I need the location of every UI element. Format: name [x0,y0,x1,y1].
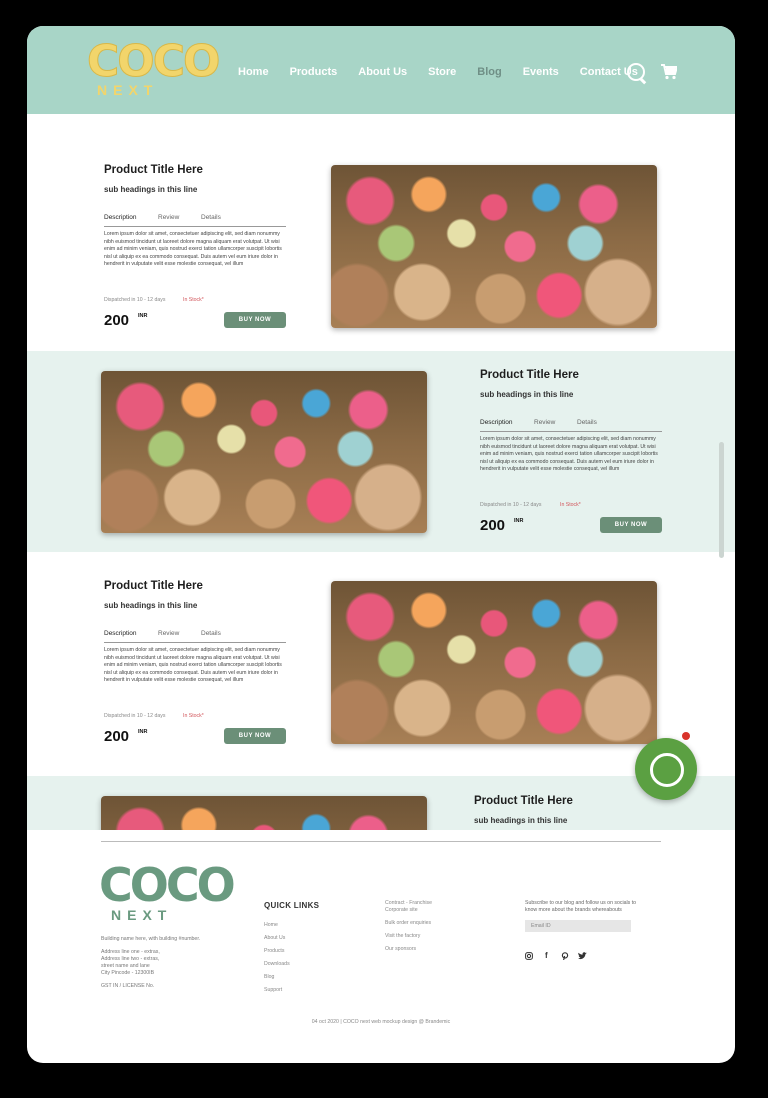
product-image[interactable] [101,371,427,533]
tab-details[interactable]: Details [577,419,597,426]
logo-subtitle: NEXT [97,82,159,98]
quick-links-title: QUICK LINKS [264,901,320,910]
product-subtitle: sub headings in this line [474,816,568,825]
product-image[interactable] [331,581,657,744]
buy-now-button[interactable]: BUY NOW [224,728,286,744]
instagram-icon[interactable] [525,952,533,960]
product-description: Lorem ipsum dolor sit amet, consectetuer… [104,647,282,684]
footer-link-factory[interactable]: Visit the factory [385,933,420,939]
footer-link-bulk-orders[interactable]: Bulk order enquiries [385,920,431,926]
product-price: 200 [104,312,130,329]
footer-logo[interactable]: COCO [99,860,236,910]
footer-address-line-1: Address line one - extras, [101,949,160,955]
tab-review[interactable]: Review [534,419,555,426]
footer-license: GST IN / LICENSE No. [101,983,155,989]
product-description: Lorem ipsum dolor sit amet, consectetuer… [104,231,282,268]
product-subtitle: sub headings in this line [104,601,198,610]
scrollbar[interactable] [719,442,724,558]
whatsapp-button[interactable] [635,738,697,800]
dispatch-info: Dispatched in 10 - 12 days [104,713,166,719]
footer-link-blog[interactable]: Blog [264,974,274,980]
footer-address-line-2: Address line two - extras, [101,956,160,962]
email-input[interactable]: Email ID [525,920,631,932]
product-image[interactable] [331,165,657,328]
product-subtitle: sub headings in this line [104,185,198,194]
pinterest-icon[interactable] [561,952,569,960]
stock-status: In Stock* [183,713,204,719]
tab-details[interactable]: Details [201,214,221,221]
browser-page: COCO NEXT Home Products About Us Store B… [27,26,735,1063]
price-currency: INR [138,313,148,319]
nav-events[interactable]: Events [523,66,559,78]
tab-review[interactable]: Review [158,630,179,637]
footer-logo-subtitle: NEXT [111,907,173,923]
product-price: 200 [480,517,506,534]
footer-address-street: street name and lane [101,963,150,969]
nav-products[interactable]: Products [290,66,338,78]
product-tabs: Description Review Details [104,630,286,643]
product-subtitle: sub headings in this line [480,390,574,399]
product-tabs: Description Review Details [480,419,662,432]
copyright: 04 oct 2020 | COCO next web mockup desig… [311,1019,451,1025]
search-icon[interactable] [627,63,645,81]
nav-home[interactable]: Home [238,66,269,78]
product-description: Lorem ipsum dolor sit amet, consectetuer… [480,436,658,473]
whatsapp-icon [650,753,684,787]
buy-now-button[interactable]: BUY NOW [600,517,662,533]
tab-review[interactable]: Review [158,214,179,221]
tab-description[interactable]: Description [104,630,137,637]
price-currency: INR [514,518,524,524]
product-price: 200 [104,728,130,745]
product-title: Product Title Here [104,164,203,176]
footer-link-franchise[interactable]: Contract - Franchise Corporate site [385,900,455,913]
product-title: Product Title Here [104,580,203,592]
site-header: COCO NEXT Home Products About Us Store B… [27,26,735,114]
notification-dot [682,732,690,740]
product-tabs: Description Review Details [104,214,286,227]
tab-description[interactable]: Description [480,419,513,426]
tab-description[interactable]: Description [104,214,137,221]
product-section-2: Product Title Here sub headings in this … [27,351,735,552]
dispatch-info: Dispatched in 10 - 12 days [480,502,542,508]
dispatch-info: Dispatched in 10 - 12 days [104,297,166,303]
logo[interactable]: COCO [86,37,220,86]
product-title: Product Title Here [474,795,573,807]
email-placeholder: Email ID [531,923,551,929]
footer-link-home[interactable]: Home [264,922,278,928]
footer-link-products[interactable]: Products [264,948,284,954]
footer-address-city: City Pincode - 12300IB [101,970,155,976]
footer-link-about-us[interactable]: About Us [264,935,285,941]
product-title: Product Title Here [480,369,579,381]
stock-status: In Stock* [560,502,581,508]
buy-now-button[interactable]: BUY NOW [224,312,286,328]
nav-store[interactable]: Store [428,66,456,78]
twitter-icon[interactable] [578,952,587,960]
stock-status: In Stock* [183,297,204,303]
product-section-4: Product Title Here sub headings in this … [27,776,735,830]
nav-about-us[interactable]: About Us [358,66,407,78]
footer-link-support[interactable]: Support [264,987,282,993]
facebook-icon[interactable]: f [545,951,548,960]
price-currency: INR [138,729,148,735]
footer-link-downloads[interactable]: Downloads [264,961,290,967]
subscribe-text: Subscribe to our blog and follow us on s… [525,900,637,913]
product-image[interactable] [101,796,427,830]
main-nav: Home Products About Us Store Blog Events… [238,66,659,78]
cart-icon[interactable] [661,64,677,80]
tab-details[interactable]: Details [201,630,221,637]
footer-divider [101,841,661,842]
footer-address-building: Building name here, with building #numbe… [101,936,201,942]
nav-blog[interactable]: Blog [477,66,501,78]
footer-link-sponsors[interactable]: Our sponsors [385,946,416,952]
